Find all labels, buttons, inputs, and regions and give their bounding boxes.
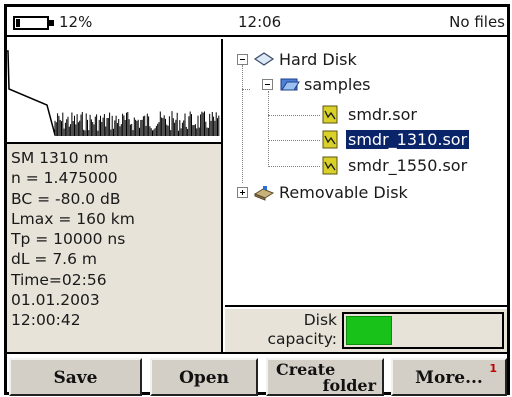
tree-label: smdr_1550.sor	[348, 156, 468, 175]
battery-icon	[13, 16, 49, 30]
file-tree[interactable]: Hard Disk samples smdr.sor smdr_1310.sor…	[225, 39, 507, 307]
parameter-line: 12:00:42	[11, 311, 81, 330]
parameter-line: Lmax = 160 km	[11, 209, 135, 228]
disk-capacity-bar	[342, 312, 504, 349]
collapse-toggle[interactable]	[262, 79, 273, 90]
trace-preview[interactable]	[7, 39, 223, 142]
removable-disk-icon	[253, 184, 275, 206]
disk-capacity-fill	[346, 316, 392, 345]
parameter-line: 01.01.2003	[11, 291, 100, 310]
action-bar: Save Open Create folder More... 1	[7, 352, 507, 396]
create-folder-button[interactable]: Create folder	[266, 358, 384, 396]
sor-file-icon	[321, 105, 339, 128]
status-bar: 12% 12:06 No files	[7, 7, 507, 37]
measurement-parameters: SM 1310 nm n = 1.475000 BC = -80.0 dB Lmax …	[7, 142, 223, 352]
disk-capacity-label: Disk capacity:	[267, 311, 337, 348]
tree-item-file-selected[interactable]: smdr_1310.sor	[225, 129, 507, 151]
device-screen: 12% 12:06 No files SM 1310 nm n = 1.47500…	[4, 4, 510, 396]
files-status: No files	[449, 13, 505, 31]
tree-label: smdr.sor	[348, 105, 417, 124]
tree-label: samples	[304, 75, 371, 94]
clock: 12:06	[238, 13, 282, 31]
trace-graph	[7, 50, 220, 136]
parameter-line: Tp = 10000 ns	[11, 230, 126, 249]
open-button[interactable]: Open	[150, 358, 258, 396]
disk-capacity: Disk capacity:	[225, 309, 507, 352]
collapse-toggle[interactable]	[237, 54, 248, 65]
tree-label: smdr_1310.sor	[346, 130, 470, 149]
parameter-line: SM 1310 nm	[11, 149, 109, 167]
tree-item-file[interactable]: smdr_1550.sor	[225, 155, 507, 177]
sor-file-icon	[321, 156, 339, 179]
parameter-line: Time=02:56	[11, 270, 107, 289]
tree-item-hard-disk[interactable]: Hard Disk	[225, 49, 507, 71]
folder-open-icon	[278, 75, 300, 97]
tree-item-samples[interactable]: samples	[225, 74, 507, 96]
hard-disk-icon	[253, 50, 275, 72]
parameter-line: dL = 7.6 m	[11, 250, 97, 269]
tree-item-file[interactable]: smdr.sor	[225, 104, 507, 126]
save-button[interactable]: Save	[9, 358, 142, 396]
more-badge: 1	[489, 362, 497, 375]
battery-tip	[49, 20, 54, 26]
tree-label: Removable Disk	[279, 183, 408, 202]
tree-label: Hard Disk	[279, 50, 357, 69]
parameter-line: BC = -80.0 dB	[11, 189, 121, 208]
sor-file-icon	[321, 130, 339, 153]
tree-item-removable-disk[interactable]: Removable Disk	[225, 182, 507, 204]
more-button[interactable]: More... 1	[391, 358, 507, 396]
parameter-line: n = 1.475000	[11, 169, 118, 188]
expand-toggle[interactable]	[237, 187, 248, 198]
battery-percent: 12%	[59, 13, 93, 31]
